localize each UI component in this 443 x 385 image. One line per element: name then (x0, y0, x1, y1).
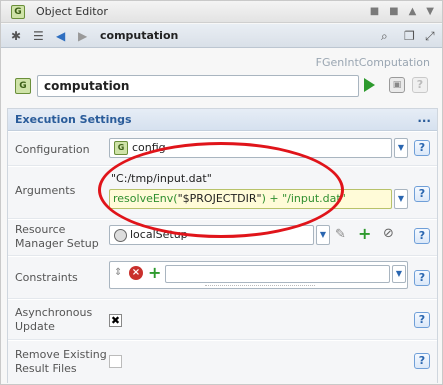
resource-manager-value: localSetup (130, 228, 188, 241)
section-header: Execution Settings ... (8, 109, 437, 131)
remove-label-line1: Remove Existing (15, 348, 107, 361)
section-title: Execution Settings (15, 113, 132, 126)
computation-icon: G (11, 5, 25, 19)
forward-icon[interactable]: ▶ (78, 29, 87, 43)
expr-tail: ) + "/input.dat" (261, 192, 346, 205)
resource-label-line1: Resource (15, 223, 66, 236)
minimize-icon[interactable]: ■ (370, 6, 379, 18)
remove-results-row: Remove Existing Result Files ? (8, 341, 437, 383)
arguments-dropdown-button[interactable]: ▼ (394, 189, 408, 209)
constraints-editor: ⇕ × + ▼ (109, 261, 408, 289)
async-update-checkbox[interactable]: ✖ (109, 314, 122, 327)
object-name-input[interactable] (37, 75, 359, 97)
config-ref-icon: G (114, 141, 128, 155)
name-row: G ▣ ? (13, 75, 433, 97)
configuration-row: Configuration Gconfig ▼ ? (8, 132, 437, 166)
remove-label-line2: Result Files (15, 362, 77, 375)
arguments-row: Arguments "C:/tmp/input.dat" resolveEnv(… (8, 167, 437, 219)
resource-manager-row: Resource Manager Setup localSetup ▼ ✎ + … (8, 220, 437, 256)
constraints-help-button[interactable]: ? (414, 270, 430, 286)
expand-icon[interactable]: ⤢ (425, 29, 435, 43)
remove-results-checkbox[interactable] (109, 355, 122, 368)
add-constraint-icon[interactable]: + (148, 263, 161, 282)
constraint-input[interactable] (165, 265, 390, 283)
arguments-help-button[interactable]: ? (414, 186, 430, 202)
arguments-resolved-value: "C:/tmp/input.dat" (111, 172, 212, 185)
configuration-value: config (132, 141, 166, 154)
collapse-up-icon[interactable]: ▲ (409, 6, 417, 18)
restore-icon[interactable]: ■ (389, 6, 398, 18)
arguments-label: Arguments (15, 184, 76, 197)
add-icon[interactable]: + (358, 224, 371, 243)
window-controls: ■ ■ ▲ ▼ (370, 6, 434, 18)
delete-constraint-icon[interactable]: × (129, 266, 143, 280)
header-help-button[interactable]: ? (412, 77, 428, 93)
expr-function: resolveEnv( (113, 192, 178, 205)
menu-icon[interactable]: ☰ (33, 29, 44, 43)
search-icon[interactable]: ⌕ (381, 29, 388, 43)
copy-icon[interactable]: ❐ (404, 29, 415, 43)
constraints-row: Constraints ⇕ × + ▼ ? (8, 257, 437, 299)
object-editor-window: G Object Editor ■ ■ ▲ ▼ ✱ ☰ ◀ ▶ computat… (0, 0, 443, 385)
object-type-label: FGenIntComputation (315, 56, 430, 69)
resource-label-line2: Manager Setup (15, 237, 99, 250)
title-bar: G Object Editor ■ ■ ▲ ▼ (1, 1, 442, 23)
constraints-label: Constraints (15, 271, 78, 284)
remove-icon[interactable]: ⊘ (383, 226, 394, 241)
local-setup-icon (114, 228, 127, 242)
configuration-help-button[interactable]: ? (414, 140, 430, 156)
async-label-line1: Asynchronous (15, 306, 93, 319)
results-view-icon[interactable]: ▣ (389, 77, 405, 93)
reorder-icon[interactable]: ⇕ (114, 267, 122, 278)
configuration-dropdown-button[interactable]: ▼ (394, 138, 408, 158)
constraint-dropdown-button[interactable]: ▼ (392, 265, 406, 283)
editor-toolbar: ✱ ☰ ◀ ▶ computation ⌕ ❐ ⤢ (1, 24, 442, 48)
section-more-button[interactable]: ... (417, 111, 431, 125)
computation-type-icon: G (15, 78, 31, 94)
run-icon[interactable] (364, 78, 375, 92)
resize-grip[interactable] (205, 285, 315, 286)
edit-icon[interactable]: ✎ (335, 227, 346, 242)
expr-string: "$PROJECTDIR" (177, 192, 262, 205)
async-update-row: Asynchronous Update ✖ ? (8, 300, 437, 340)
resource-manager-dropdown-button[interactable]: ▼ (316, 225, 330, 245)
arguments-expression-field[interactable]: resolveEnv("$PROJECTDIR") + "/input.dat" (109, 189, 392, 209)
execution-settings-section: Execution Settings ... Configuration Gco… (7, 108, 438, 383)
window-title: Object Editor (36, 5, 108, 18)
collapse-down-icon[interactable]: ▼ (426, 6, 434, 18)
resource-manager-field[interactable]: localSetup (109, 225, 314, 245)
async-label-line2: Update (15, 320, 55, 333)
resource-manager-help-button[interactable]: ? (414, 228, 430, 244)
async-update-help-button[interactable]: ? (414, 312, 430, 328)
remove-results-help-button[interactable]: ? (414, 353, 430, 369)
configuration-label: Configuration (15, 143, 90, 156)
toolbar-object-title: computation (100, 29, 179, 42)
pin-icon[interactable]: ✱ (11, 29, 21, 43)
configuration-field[interactable]: Gconfig (109, 138, 392, 158)
back-icon[interactable]: ◀ (56, 29, 65, 43)
